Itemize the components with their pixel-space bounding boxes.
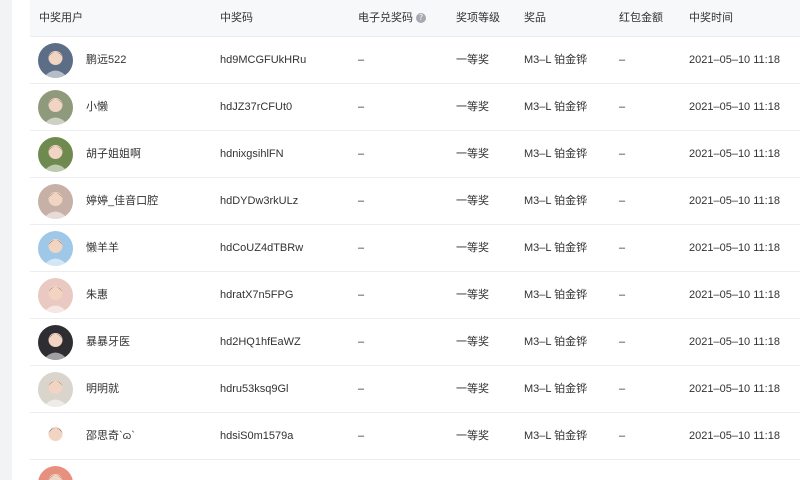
avatar[interactable] [38, 137, 73, 172]
cell-nickname: 小懒 [86, 101, 108, 113]
avatar[interactable] [38, 231, 73, 266]
header-code: 中奖码 [220, 12, 253, 24]
cell-redpacket: – [619, 54, 626, 66]
header-time: 中奖时间 [689, 12, 733, 24]
cell-prize: M3–L 铂金铧 [524, 148, 588, 160]
cell-time: 2021–05–10 11:18 [689, 430, 780, 442]
table-row: 懒羊羊 hdCoUZ4dTBRw – 一等奖 M3–L 铂金铧 – 2021–05–10 1… [30, 225, 800, 272]
cell-level: 一等奖 [456, 54, 489, 66]
cell-code: hd9MCGFUkHRu [220, 54, 307, 66]
left-panel-strip [0, 0, 12, 480]
cell-nickname: 懒羊羊 [86, 242, 119, 254]
avatar[interactable] [38, 43, 73, 78]
cell-prize: M3–L 铂金铧 [524, 289, 588, 301]
cell-level: 一等奖 [456, 383, 489, 395]
cell-code: hdCoUZ4dTBRw [220, 242, 304, 254]
table-row: 明明就 hdru53ksq9Gl – 一等奖 M3–L 铂金铧 – 2021–05–10 1… [30, 366, 800, 413]
help-icon[interactable]: ? [416, 13, 426, 24]
cell-level: 一等奖 [456, 242, 489, 254]
header-ecode: 电子兑奖码? [358, 0, 426, 37]
table-row: 鹏远522 hd9MCGFUkHRu – 一等奖 M3–L 铂金铧 – 2021–05–10… [30, 37, 800, 84]
cell-ecode: – [358, 430, 365, 442]
cell-ecode: – [358, 148, 365, 160]
table-row: 邵思奇`ɷ` hdsiS0m1579a – 一等奖 M3–L 铂金铧 – 2021–05–1… [30, 413, 800, 460]
cell-ecode: – [358, 195, 365, 207]
cell-redpacket: – [619, 383, 626, 395]
avatar[interactable] [38, 325, 73, 360]
cell-prize: M3–L 铂金铧 [524, 383, 588, 395]
cell-time: 2021–05–10 11:18 [689, 148, 780, 160]
cell-level: 一等奖 [456, 101, 489, 113]
cell-ecode: – [358, 101, 365, 113]
cell-time: 2021–05–10 11:18 [689, 336, 780, 348]
cell-prize: M3–L 铂金铧 [524, 195, 588, 207]
avatar[interactable] [38, 372, 73, 407]
cell-time: 2021–05–10 11:18 [689, 242, 780, 254]
cell-ecode: – [358, 289, 365, 301]
cell-code: hd2HQ1hfEaWZ [220, 336, 301, 348]
cell-ecode: – [358, 54, 365, 66]
avatar[interactable] [38, 184, 73, 219]
cell-nickname: 邵思奇`ɷ` [86, 430, 135, 442]
cell-prize: M3–L 铂金铧 [524, 430, 588, 442]
cell-code: hdratX7n5FPG [220, 289, 294, 301]
cell-nickname: 明明就 [86, 383, 119, 395]
cell-redpacket: – [619, 242, 626, 254]
header-level: 奖项等级 [456, 12, 500, 24]
table-row-partial [30, 460, 800, 480]
cell-level: 一等奖 [456, 195, 489, 207]
table-row: 胡子姐姐啊 hdnixgsihlFN – 一等奖 M3–L 铂金铧 – 2021–05–10… [30, 131, 800, 178]
cell-level: 一等奖 [456, 289, 489, 301]
cell-code: hdnixgsihlFN [220, 148, 284, 160]
table-row: 婷婷_佳音口腔 hdDYDw3rkULz – 一等奖 M3–L 铂金铧 – 2021–05–… [30, 178, 800, 225]
cell-level: 一等奖 [456, 148, 489, 160]
cell-redpacket: – [619, 101, 626, 113]
winners-table: 中奖用户 中奖码 电子兑奖码? 奖项等级 奖品 红包金额 中奖时间 鹏远522 h… [30, 0, 800, 480]
cell-code: hdsiS0m1579a [220, 430, 294, 442]
cell-code: hdDYDw3rkULz [220, 195, 299, 207]
cell-nickname: 朱惠 [86, 289, 108, 301]
cell-ecode: – [358, 336, 365, 348]
cell-redpacket: – [619, 430, 626, 442]
avatar[interactable] [38, 278, 73, 313]
table-row: 暴暴牙医 hd2HQ1hfEaWZ – 一等奖 M3–L 铂金铧 – 2021–05–10 … [30, 319, 800, 366]
cell-level: 一等奖 [456, 430, 489, 442]
header-prize: 奖品 [524, 12, 546, 24]
cell-redpacket: – [619, 195, 626, 207]
cell-prize: M3–L 铂金铧 [524, 101, 588, 113]
cell-time: 2021–05–10 11:18 [689, 383, 780, 395]
table-body: 鹏远522 hd9MCGFUkHRu – 一等奖 M3–L 铂金铧 – 2021–05–10… [30, 37, 800, 480]
cell-time: 2021–05–10 11:18 [689, 289, 780, 301]
table-row: 朱惠 hdratX7n5FPG – 一等奖 M3–L 铂金铧 – 2021–05–10 11… [30, 272, 800, 319]
avatar[interactable] [38, 419, 73, 454]
cell-prize: M3–L 铂金铧 [524, 242, 588, 254]
cell-redpacket: – [619, 148, 626, 160]
cell-nickname: 鹏远522 [86, 54, 127, 66]
header-ecode-label: 电子兑奖码 [358, 12, 413, 24]
cell-time: 2021–05–10 11:18 [689, 101, 780, 113]
cell-ecode: – [358, 383, 365, 395]
cell-prize: M3–L 铂金铧 [524, 54, 588, 66]
cell-time: 2021–05–10 11:18 [689, 54, 780, 66]
table-row: 小懒 hdJZ37rCFUt0 – 一等奖 M3–L 铂金铧 – 2021–05–10 11… [30, 84, 800, 131]
cell-nickname: 暴暴牙医 [86, 336, 130, 348]
cell-nickname: 婷婷_佳音口腔 [86, 195, 159, 207]
header-redpacket: 红包金额 [619, 12, 663, 24]
cell-redpacket: – [619, 289, 626, 301]
header-user: 中奖用户 [39, 12, 83, 24]
cell-redpacket: – [619, 336, 626, 348]
cell-nickname: 胡子姐姐啊 [86, 148, 141, 160]
cell-code: hdru53ksq9Gl [220, 383, 289, 395]
cell-time: 2021–05–10 11:18 [689, 195, 780, 207]
cell-ecode: – [358, 242, 365, 254]
cell-code: hdJZ37rCFUt0 [220, 101, 293, 113]
cell-prize: M3–L 铂金铧 [524, 336, 588, 348]
table-header: 中奖用户 中奖码 电子兑奖码? 奖项等级 奖品 红包金额 中奖时间 [30, 0, 800, 37]
avatar[interactable] [38, 466, 73, 480]
cell-level: 一等奖 [456, 336, 489, 348]
avatar[interactable] [38, 90, 73, 125]
